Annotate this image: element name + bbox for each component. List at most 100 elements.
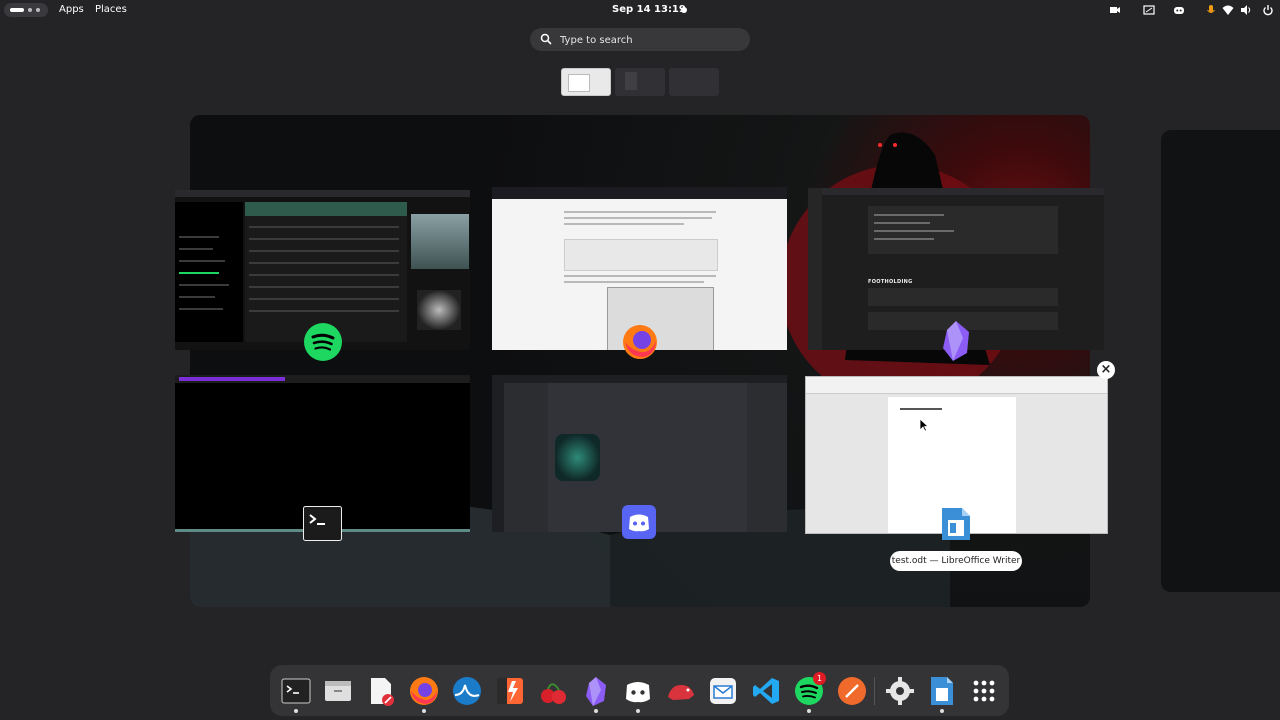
workspace-indicator-active: [10, 8, 24, 12]
table-row: [249, 286, 399, 288]
table-row: [249, 298, 399, 300]
screenshot-icon[interactable]: [1143, 4, 1155, 16]
places-menu[interactable]: Places: [95, 0, 127, 20]
terminal-icon: [303, 506, 342, 541]
terminal-tab: [179, 377, 285, 381]
notification-dot: [681, 7, 687, 13]
discord-dock-icon[interactable]: [622, 675, 654, 707]
writer-toolbar: [806, 377, 1107, 394]
table-row: [249, 226, 399, 228]
running-indicator: [594, 709, 598, 713]
list-item: [179, 272, 219, 274]
list-item: [179, 308, 223, 310]
vscode-dock-icon[interactable]: [750, 675, 782, 707]
playlist-header: [245, 202, 407, 216]
close-window-button[interactable]: ×: [1097, 361, 1115, 379]
workspace-indicator: [36, 8, 40, 12]
note-text: [874, 222, 930, 224]
cherrytree-dock-icon[interactable]: [537, 675, 569, 707]
code-block: [868, 288, 1058, 306]
running-indicator: [422, 709, 426, 713]
text-editor-dock-icon[interactable]: [365, 675, 397, 707]
terminal-dock-icon[interactable]: [280, 675, 312, 707]
title-bar: [175, 190, 470, 197]
power-icon[interactable]: [1262, 4, 1274, 16]
workspace-indicator: [28, 8, 32, 12]
spotify-icon: [304, 323, 342, 361]
activities-button[interactable]: [4, 3, 48, 17]
top-bar: Apps Places Sep 14 13:19: [0, 0, 1280, 20]
table-row: [249, 310, 399, 312]
search-bar[interactable]: [530, 28, 750, 51]
show-apps-icon[interactable]: [968, 675, 1000, 707]
mouse-cursor-icon: [919, 418, 929, 432]
running-indicator: [294, 709, 298, 713]
page-text: [564, 281, 704, 283]
libreoffice-writer-dock-icon[interactable]: [926, 675, 958, 707]
window-preview: [625, 72, 637, 90]
channel-list: [504, 383, 548, 532]
workspace-thumbnail-2[interactable]: [615, 68, 665, 96]
ribbon-sidebar: [808, 188, 822, 350]
mail-dock-icon[interactable]: [707, 675, 739, 707]
dock: 1: [270, 665, 1009, 716]
files-dock-icon[interactable]: [322, 675, 354, 707]
note-text: [874, 230, 954, 232]
obsidian-dock-icon[interactable]: [580, 675, 612, 707]
title-bar: [492, 375, 787, 383]
libreoffice-writer-icon: [942, 508, 970, 540]
table-row: [249, 274, 399, 276]
running-indicator: [940, 709, 944, 713]
note-heading: FOOTHOLDING: [868, 279, 913, 285]
table-row: [249, 238, 399, 240]
screen-record-icon[interactable]: [1109, 4, 1121, 16]
title-bar: [808, 188, 1104, 195]
clock[interactable]: Sep 14 13:19: [612, 0, 686, 20]
search-input[interactable]: [558, 30, 742, 50]
document-text: [900, 408, 942, 410]
pen-tool-dock-icon[interactable]: [836, 675, 868, 707]
now-playing-panel: [409, 202, 470, 342]
apps-menu[interactable]: Apps: [59, 0, 84, 20]
wireshark-dock-icon[interactable]: [451, 675, 483, 707]
page-text: [564, 211, 716, 213]
running-indicator: [636, 709, 640, 713]
workspace-thumbnail-1[interactable]: [561, 68, 611, 96]
notification-badge: 1: [813, 672, 826, 685]
workspace-thumbnail-3[interactable]: [669, 68, 719, 96]
library-sidebar: [175, 202, 243, 342]
search-icon: [540, 33, 552, 45]
list-item: [179, 284, 229, 286]
note-text: [874, 214, 944, 216]
code-block: [564, 239, 718, 271]
firefox-dock-icon[interactable]: [408, 675, 440, 707]
table-row: [249, 250, 399, 252]
discord-tray-icon[interactable]: [1173, 4, 1185, 16]
note-text: [874, 238, 934, 240]
dock-separator: [874, 677, 875, 705]
page-text: [564, 217, 712, 219]
playlist-view: [245, 202, 407, 342]
burp-suite-dock-icon[interactable]: [494, 675, 526, 707]
list-item: [179, 296, 215, 298]
window-preview: [568, 74, 590, 92]
list-item: [179, 236, 219, 238]
volume-icon[interactable]: [1240, 4, 1252, 16]
window-title-label: test.odt — LibreOffice Writer: [890, 551, 1022, 571]
table-row: [249, 262, 399, 264]
chat-image: [555, 434, 600, 481]
member-list: [747, 383, 787, 532]
server-list: [492, 383, 504, 532]
rat-app-dock-icon[interactable]: [665, 675, 697, 707]
tab-strip: [492, 187, 787, 199]
obsidian-icon: [943, 321, 969, 361]
album-art: [411, 214, 469, 269]
running-indicator: [807, 709, 811, 713]
next-workspace-preview[interactable]: [1161, 130, 1280, 592]
settings-dock-icon[interactable]: [884, 675, 916, 707]
firefox-icon: [623, 325, 657, 359]
microphone-icon[interactable]: [1205, 4, 1217, 16]
artist-image: [417, 290, 461, 330]
wifi-icon[interactable]: [1222, 4, 1234, 16]
list-item: [179, 260, 225, 262]
